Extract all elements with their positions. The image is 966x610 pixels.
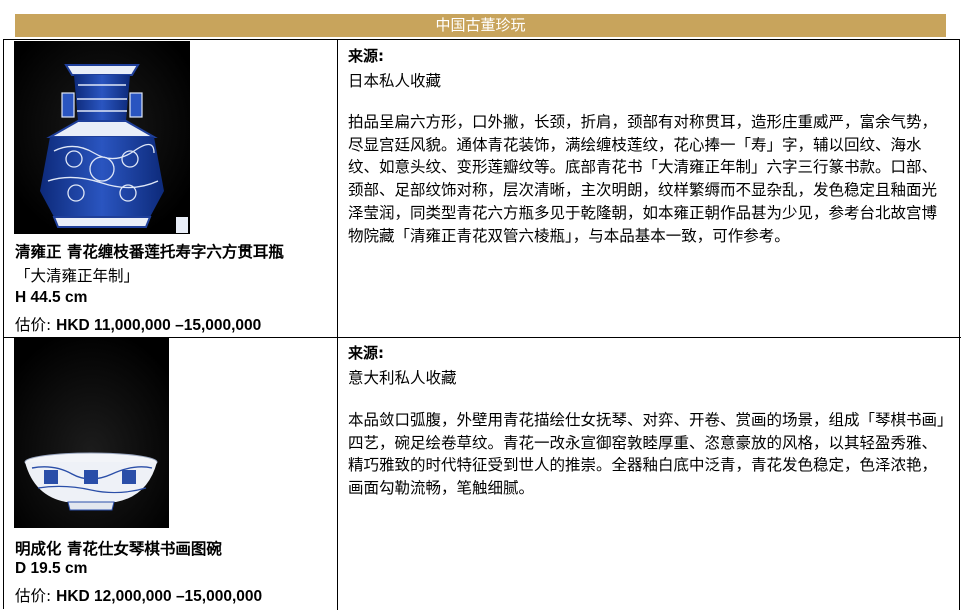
lot-description: 本品敛口弧腹，外壁用青花描绘仕女抚琴、对弈、开卷、赏画的场景，组成「琴棋书画」四…: [348, 411, 945, 498]
lot-dimension: D 19.5 cm: [15, 560, 88, 577]
provenance-label: 来源:: [348, 344, 384, 362]
lot-description: 拍品呈扁六方形，口外撇，长颈，折肩，颈部有对称贯耳，造形庄重威严，富余气势，尽显…: [348, 113, 938, 245]
bowl-photo: [14, 338, 169, 528]
lot-title: 明成化 青花仕女琴棋书画图碗: [15, 540, 222, 558]
section-title: 中国古董珍玩: [435, 16, 526, 34]
lot-description-cell: 来源: 日本私人收藏 拍品呈扁六方形，口外撇，长颈，折肩，颈部有对称贯耳，造形庄…: [338, 40, 960, 337]
estimate-value: HKD 12,000,000 –15,000,000: [56, 588, 263, 605]
lot-dimension: H 44.5 cm: [15, 289, 88, 306]
provenance-label: 来源:: [348, 47, 384, 65]
estimate-value: HKD 11,000,000 –15,000,000: [56, 317, 262, 334]
section-banner: 中国古董珍玩: [15, 14, 946, 37]
provenance-value: 意大利私人收藏: [348, 369, 457, 387]
provenance-value: 日本私人收藏: [348, 72, 442, 90]
estimate-line: 估价: HKD 11,000,000 –15,000,000: [15, 313, 261, 335]
catalog-table: 清雍正 青花缠枝番莲托寿字六方贯耳瓶 「大清雍正年制」 H 44.5 cm 估价…: [3, 39, 961, 610]
estimate-line: 估价: HKD 12,000,000 –15,000,000: [15, 584, 262, 606]
lot-description-cell: 来源: 意大利私人收藏 本品敛口弧腹，外壁用青花描绘仕女抚琴、对弈、开卷、赏画的…: [338, 338, 960, 610]
lot-row: 明成化 青花仕女琴棋书画图碗 D 19.5 cm 估价: HKD 12,000,…: [4, 338, 961, 610]
lot-title: 清雍正 青花缠枝番莲托寿字六方贯耳瓶: [15, 243, 284, 261]
lot-row: 清雍正 青花缠枝番莲托寿字六方贯耳瓶 「大清雍正年制」 H 44.5 cm 估价…: [4, 40, 961, 338]
bowl-image: [14, 338, 169, 528]
estimate-label: 估价:: [15, 316, 52, 334]
vase-photo: [14, 41, 190, 234]
hexagonal-vase-image: [14, 41, 190, 234]
lot-info-cell: 清雍正 青花缠枝番莲托寿字六方贯耳瓶 「大清雍正年制」 H 44.5 cm 估价…: [4, 40, 338, 337]
estimate-label: 估价:: [15, 587, 52, 605]
reign-mark: 「大清雍正年制」: [15, 267, 140, 285]
lot-info-cell: 明成化 青花仕女琴棋书画图碗 D 19.5 cm 估价: HKD 12,000,…: [4, 338, 338, 610]
